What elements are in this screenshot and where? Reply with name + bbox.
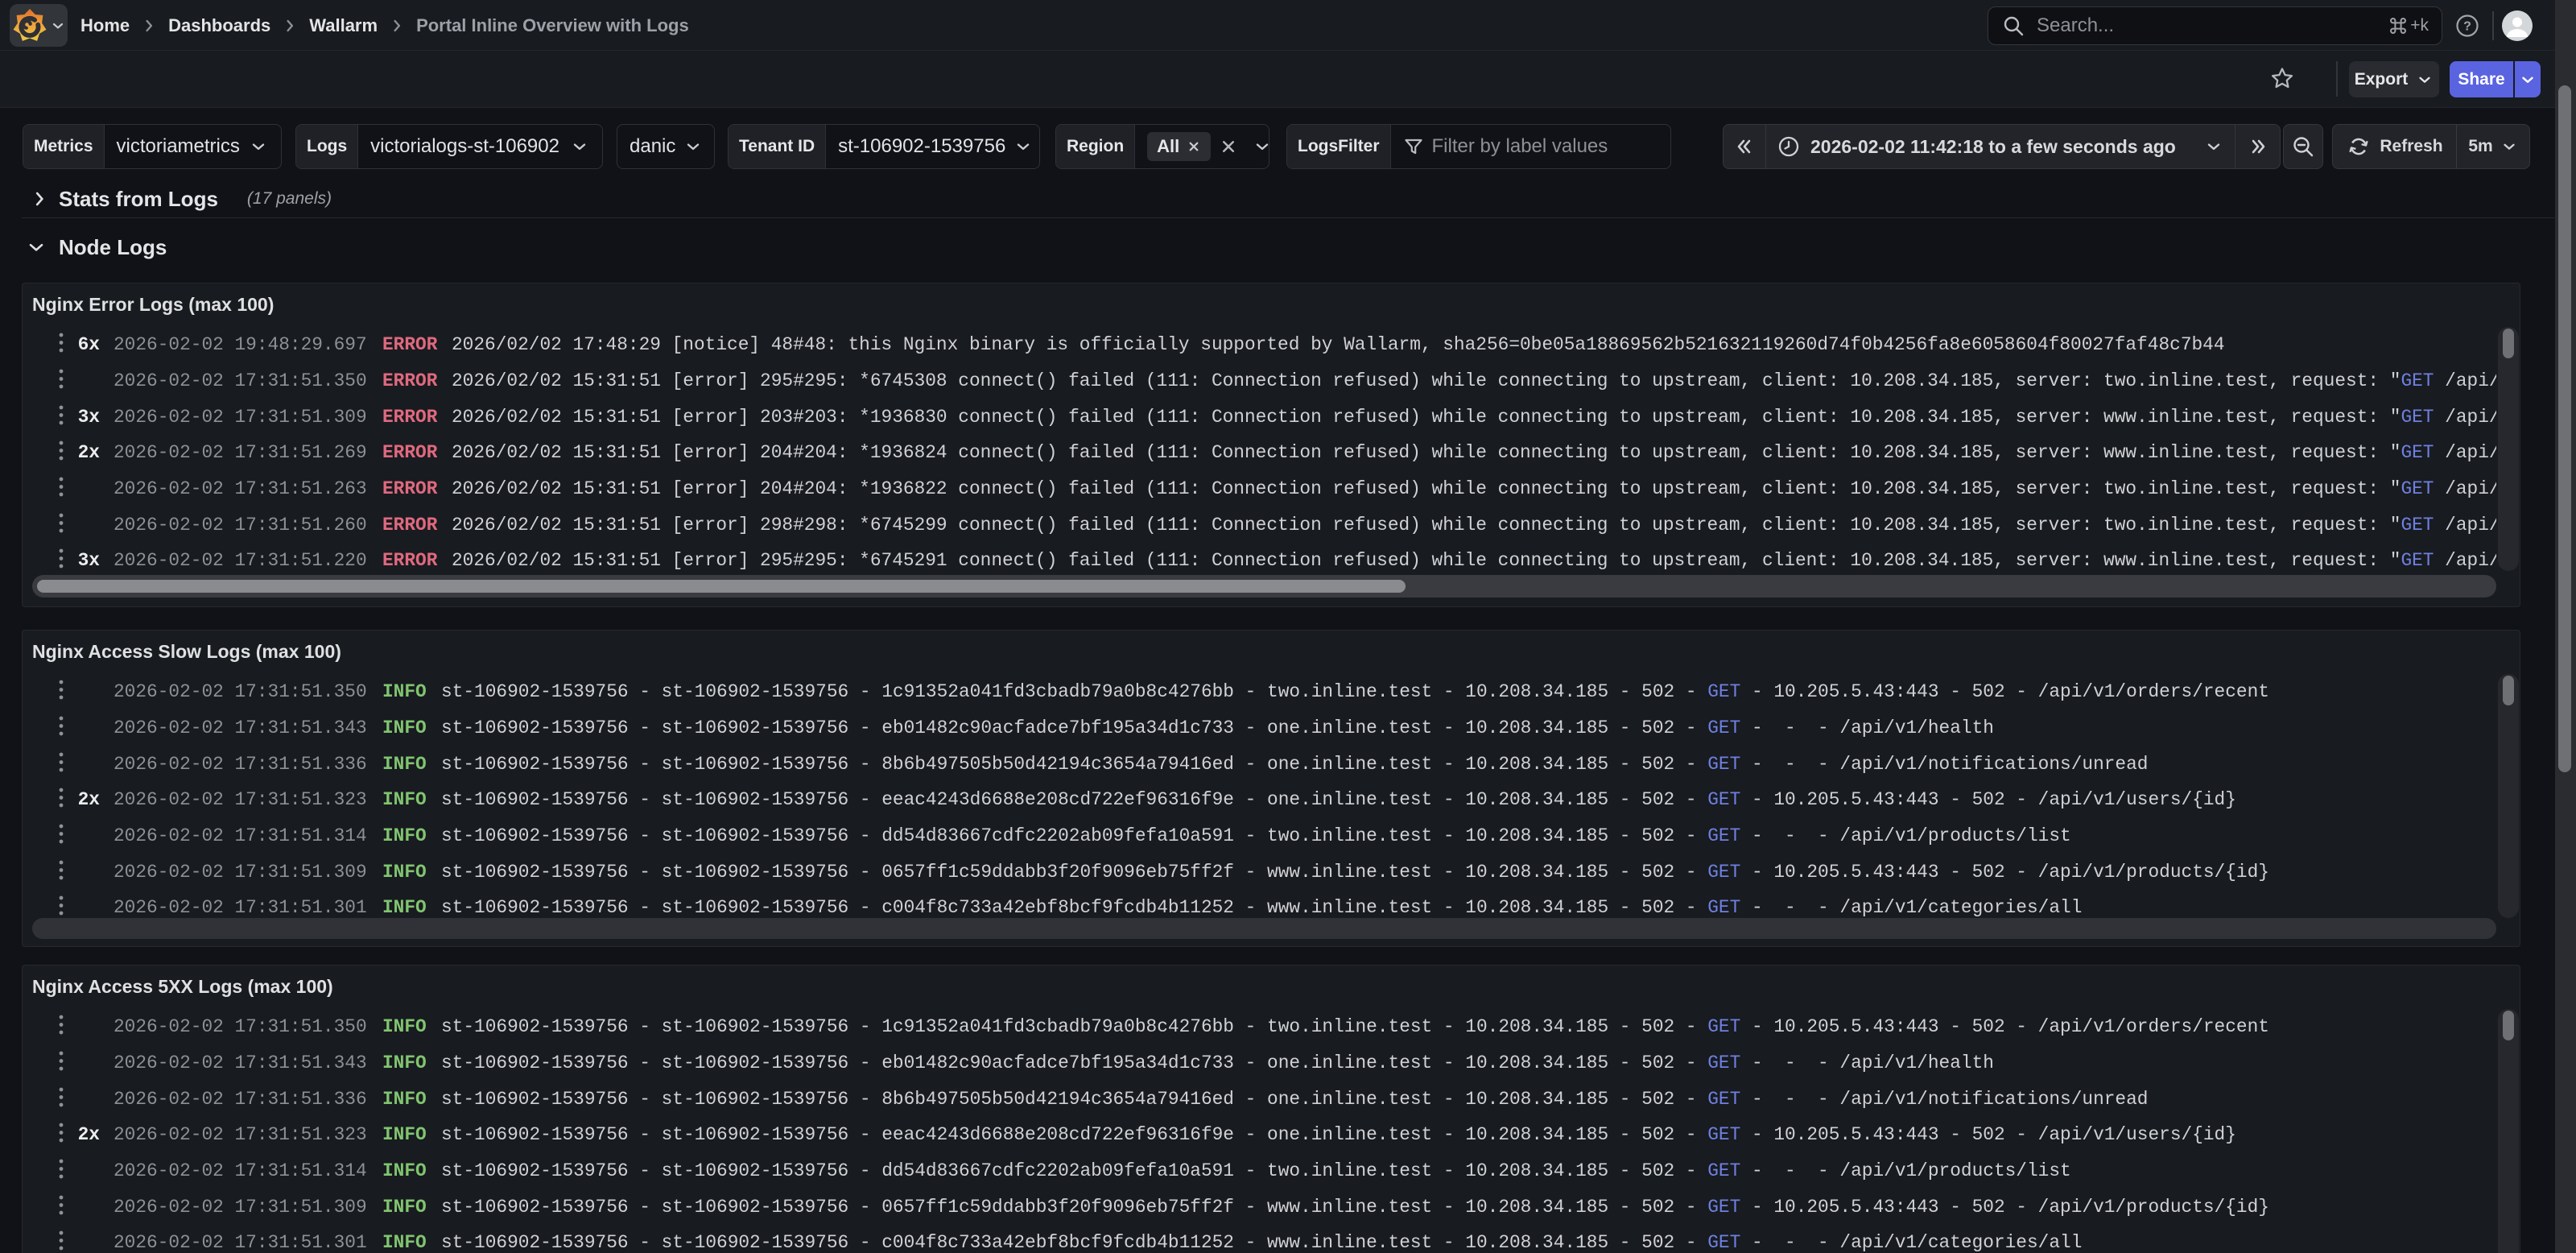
svg-text:?: ? — [2463, 20, 2471, 34]
